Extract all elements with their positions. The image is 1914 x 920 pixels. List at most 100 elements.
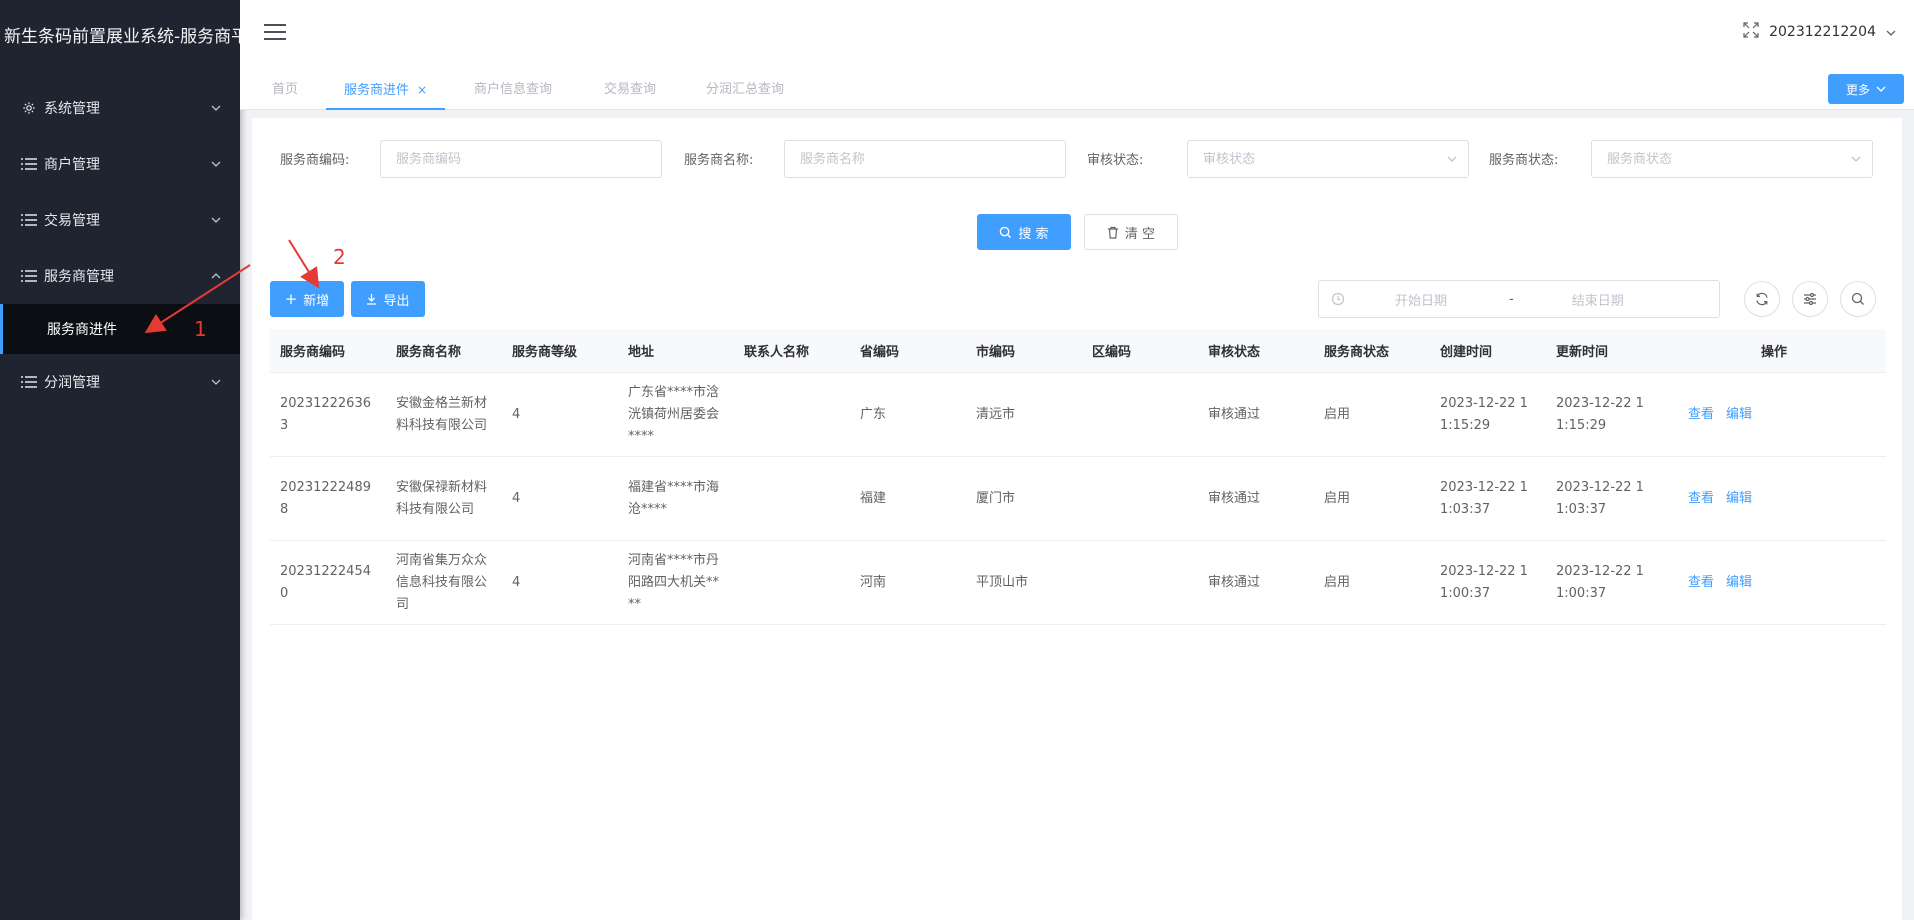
hamburger-icon[interactable] xyxy=(264,24,286,42)
search-icon xyxy=(1000,226,1012,238)
column-header: 操作 xyxy=(1662,329,1886,373)
date-range-picker[interactable]: 开始日期 - 结束日期 xyxy=(1318,280,1720,318)
cell-status: 启用 xyxy=(1314,456,1430,541)
sliders-icon xyxy=(1804,292,1816,306)
table-header-row: 服务商编码 服务商名称 服务商等级 地址 联系人名称 省编码 市编码 区编码 审… xyxy=(270,329,1886,373)
column-header: 更新时间 xyxy=(1546,329,1662,373)
tab-merchant-query[interactable]: 商户信息查询 xyxy=(474,70,552,108)
search-icon xyxy=(1851,292,1864,305)
audit-status-select[interactable] xyxy=(1187,140,1469,178)
sidebar-item-provider[interactable]: 服务商管理 xyxy=(0,248,240,304)
cell-district xyxy=(1082,372,1198,457)
top-header: 202312212204 xyxy=(240,0,1914,71)
chevron-down-icon xyxy=(210,102,222,114)
start-date-input[interactable]: 开始日期 xyxy=(1395,290,1447,309)
gear-icon xyxy=(20,101,38,115)
refresh-button[interactable] xyxy=(1744,281,1780,317)
cell-name: 安徽金格兰新材料科技有限公司 xyxy=(386,372,502,457)
column-header: 市编码 xyxy=(966,329,1082,373)
cell-status: 启用 xyxy=(1314,372,1430,457)
tab-bar: 首页 服务商进件 × 商户信息查询 交易查询 分润汇总查询 更多 xyxy=(240,70,1914,110)
view-link[interactable]: 查看 xyxy=(1688,491,1714,506)
sidebar-item-system[interactable]: 系统管理 xyxy=(0,80,240,136)
provider-status-select[interactable] xyxy=(1591,140,1873,178)
clock-icon xyxy=(1331,292,1345,306)
cell-contact xyxy=(734,456,850,541)
cell-updated: 2023-12-22 11:15:29 xyxy=(1546,372,1662,457)
tab-provider-onboarding[interactable]: 服务商进件 × xyxy=(326,70,446,110)
clear-button-label: 清 空 xyxy=(1124,226,1156,242)
view-link[interactable]: 查看 xyxy=(1688,575,1714,590)
plus-icon: + xyxy=(284,290,298,308)
toggle-search-button[interactable] xyxy=(1840,281,1876,317)
close-icon[interactable]: × xyxy=(417,83,427,97)
cell-code: 202312224540 xyxy=(270,540,386,625)
list-icon xyxy=(20,214,38,226)
sidebar-item-label: 交易管理 xyxy=(44,213,100,229)
cell-level: 4 xyxy=(502,372,618,457)
table-row: 202312224898 安徽保禄新材料科技有限公司 4 福建省****市海沧*… xyxy=(270,456,1886,541)
list-icon xyxy=(20,376,38,388)
cell-name: 安徽保禄新材料科技有限公司 xyxy=(386,456,502,541)
column-header: 服务商状态 xyxy=(1314,329,1430,373)
tab-transaction-query[interactable]: 交易查询 xyxy=(604,70,656,108)
cell-level: 4 xyxy=(502,540,618,625)
export-button[interactable]: 导出 xyxy=(351,281,425,317)
app-title: 新生条码前置展业系统-服务商平 xyxy=(4,27,240,47)
tab-label: 服务商进件 xyxy=(344,83,410,98)
cell-status: 启用 xyxy=(1314,540,1430,625)
view-link[interactable]: 查看 xyxy=(1688,407,1714,422)
filter-name-label: 服务商名称: xyxy=(684,153,754,168)
sidebar-subitem-label: 服务商进件 xyxy=(47,322,117,338)
column-header: 服务商名称 xyxy=(386,329,502,373)
column-header: 服务商等级 xyxy=(502,329,618,373)
cell-city: 厦门市 xyxy=(966,456,1082,541)
add-button[interactable]: + 新增 xyxy=(270,281,344,317)
chevron-down-icon xyxy=(210,158,222,170)
sidebar-item-label: 服务商管理 xyxy=(44,269,114,285)
cell-name: 河南省集万众众信息科技有限公司 xyxy=(386,540,502,625)
cell-city: 平顶山市 xyxy=(966,540,1082,625)
cell-province: 广东 xyxy=(850,372,966,457)
edit-link[interactable]: 编辑 xyxy=(1726,407,1752,422)
date-separator: - xyxy=(1509,291,1514,307)
tab-home[interactable]: 首页 xyxy=(272,70,298,108)
cell-code: 202312226363 xyxy=(270,372,386,457)
cell-created: 2023-12-22 11:00:37 xyxy=(1430,540,1546,625)
cell-address: 广东省****市浛洸镇荷州居委会**** xyxy=(618,372,734,457)
clear-button[interactable]: 清 空 xyxy=(1084,214,1178,250)
username[interactable]: 202312212204 xyxy=(1769,24,1876,40)
edit-link[interactable]: 编辑 xyxy=(1726,491,1752,506)
cell-created: 2023-12-22 11:03:37 xyxy=(1430,456,1546,541)
sidebar-item-label: 系统管理 xyxy=(44,101,100,117)
chevron-down-icon[interactable] xyxy=(1886,24,1896,40)
cell-level: 4 xyxy=(502,456,618,541)
cell-province: 河南 xyxy=(850,540,966,625)
tab-label: 交易查询 xyxy=(604,82,657,97)
column-settings-button[interactable] xyxy=(1792,281,1828,317)
cell-contact xyxy=(734,540,850,625)
add-button-label: 新增 xyxy=(303,293,330,309)
chevron-down-icon xyxy=(1876,86,1886,92)
tab-profit-summary[interactable]: 分润汇总查询 xyxy=(706,70,784,108)
search-button[interactable]: 搜 索 xyxy=(977,214,1071,250)
table-row: 202312226363 安徽金格兰新材料科技有限公司 4 广东省****市浛洸… xyxy=(270,372,1886,457)
filter-code-label: 服务商编码: xyxy=(280,153,350,168)
sidebar-item-transaction[interactable]: 交易管理 xyxy=(0,192,240,248)
more-button-label: 更多 xyxy=(1845,82,1870,97)
end-date-input[interactable]: 结束日期 xyxy=(1572,290,1624,309)
column-header: 省编码 xyxy=(850,329,966,373)
more-button[interactable]: 更多 xyxy=(1828,74,1904,104)
annotation-number-2: 2 xyxy=(333,245,346,269)
provider-code-input[interactable] xyxy=(380,140,662,178)
sidebar-item-profit[interactable]: 分润管理 xyxy=(0,354,240,410)
column-header: 创建时间 xyxy=(1430,329,1546,373)
export-button-label: 导出 xyxy=(383,293,410,309)
sidebar-item-merchant[interactable]: 商户管理 xyxy=(0,136,240,192)
filter-status-label: 服务商状态: xyxy=(1489,153,1559,168)
provider-name-input[interactable] xyxy=(784,140,1066,178)
fullscreen-icon[interactable] xyxy=(1743,22,1759,42)
edit-link[interactable]: 编辑 xyxy=(1726,575,1752,590)
filter-audit-label: 审核状态: xyxy=(1087,153,1144,168)
download-icon xyxy=(367,294,377,305)
